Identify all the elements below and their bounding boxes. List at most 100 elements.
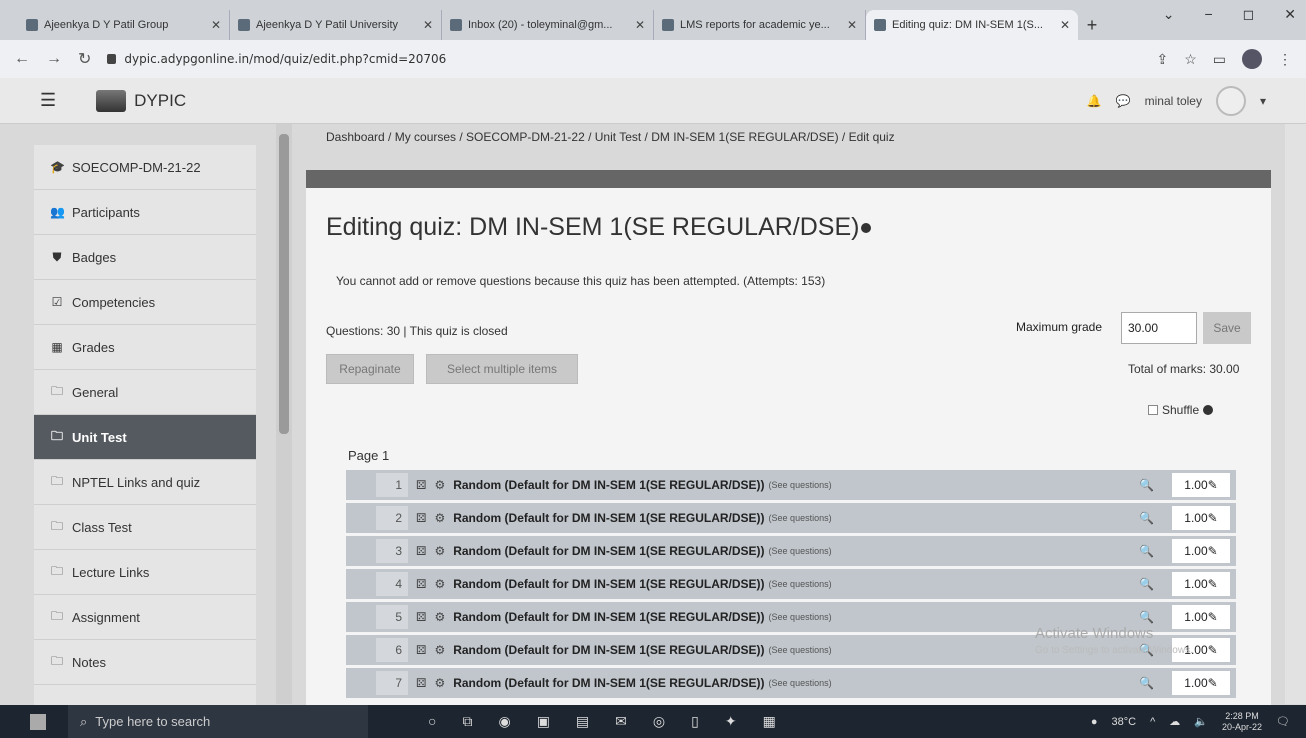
- tray-chevron-icon[interactable]: ^: [1150, 716, 1155, 728]
- question-name[interactable]: Random (Default for DM IN-SEM 1(SE REGUL…: [453, 610, 764, 624]
- reload-icon[interactable]: ↻: [78, 49, 91, 69]
- temperature[interactable]: 38°C: [1112, 716, 1137, 728]
- word-icon[interactable]: ▦: [763, 713, 776, 730]
- gear-icon[interactable]: ⚙: [434, 478, 445, 492]
- app-icon[interactable]: ▯: [691, 713, 699, 730]
- star-icon[interactable]: ☆: [1184, 51, 1197, 68]
- browser-tab[interactable]: Ajeenkya D Y Patil University ✕: [230, 10, 442, 40]
- gear-icon[interactable]: ⚙: [434, 610, 445, 624]
- close-icon[interactable]: ✕: [211, 18, 221, 32]
- pencil-icon[interactable]: ✎: [1208, 544, 1218, 558]
- windows-start-icon[interactable]: [30, 713, 46, 730]
- select-multiple-button[interactable]: Select multiple items: [426, 354, 578, 384]
- breadcrumb[interactable]: Dashboard / My courses / SOECOMP-DM-21-2…: [326, 130, 895, 144]
- see-questions-link[interactable]: (See questions): [769, 480, 832, 490]
- pencil-icon[interactable]: ✎: [1208, 676, 1218, 690]
- see-questions-link[interactable]: (See questions): [769, 645, 832, 655]
- share-icon[interactable]: ⇪: [1156, 51, 1168, 68]
- chevron-down-icon[interactable]: ⌄: [1163, 6, 1175, 23]
- sidebar-item[interactable]: 🗀 General: [34, 370, 256, 415]
- preview-icon[interactable]: 🔍: [1139, 511, 1154, 525]
- caret-down-icon[interactable]: ▾: [1260, 94, 1266, 108]
- question-name[interactable]: Random (Default for DM IN-SEM 1(SE REGUL…: [453, 544, 764, 558]
- mail-icon[interactable]: ✉: [615, 713, 627, 730]
- pencil-icon[interactable]: ✎: [1208, 610, 1218, 624]
- see-questions-link[interactable]: (See questions): [769, 513, 832, 523]
- question-name[interactable]: Random (Default for DM IN-SEM 1(SE REGUL…: [453, 577, 764, 591]
- pencil-icon[interactable]: ✎: [1208, 511, 1218, 525]
- teams-icon[interactable]: ✦: [725, 713, 737, 730]
- sidebar-scrollbar[interactable]: [276, 124, 292, 704]
- sidebar-item[interactable]: ☑ Competencies: [34, 280, 256, 325]
- edge-icon[interactable]: ◉: [498, 713, 510, 730]
- save-button[interactable]: Save: [1203, 312, 1251, 344]
- preview-icon[interactable]: 🔍: [1139, 478, 1154, 492]
- store-icon[interactable]: ▤: [576, 713, 589, 730]
- avatar[interactable]: [1215, 85, 1246, 116]
- max-grade-input[interactable]: 30.00: [1121, 312, 1197, 344]
- max-mark[interactable]: 1.00 ✎: [1172, 572, 1230, 596]
- preview-icon[interactable]: 🔍: [1139, 544, 1154, 558]
- speaker-icon[interactable]: 🔈: [1194, 715, 1208, 728]
- question-name[interactable]: Random (Default for DM IN-SEM 1(SE REGUL…: [453, 676, 764, 690]
- browser-tab[interactable]: Editing quiz: DM IN-SEM 1(S... ✕: [866, 10, 1078, 40]
- question-name[interactable]: Random (Default for DM IN-SEM 1(SE REGUL…: [453, 478, 764, 492]
- sidebar-item[interactable]: 🗀 Class Test: [34, 505, 256, 550]
- notification-icon[interactable]: 🗨: [1276, 715, 1290, 728]
- sidebar-item[interactable]: 👥 Participants: [34, 190, 256, 235]
- clock[interactable]: 2:28 PM 20-Apr-22: [1222, 711, 1262, 733]
- question-name[interactable]: Random (Default for DM IN-SEM 1(SE REGUL…: [453, 643, 764, 657]
- close-icon[interactable]: ✕: [635, 18, 645, 32]
- pencil-icon[interactable]: ✎: [1208, 643, 1218, 657]
- max-mark[interactable]: 1.00 ✎: [1172, 506, 1230, 530]
- sidebar-item[interactable]: 🗀 Notes: [34, 640, 256, 685]
- sidebar-item[interactable]: 🗀 Unit Test: [34, 415, 256, 460]
- close-icon[interactable]: ✕: [1284, 6, 1296, 23]
- site-brand[interactable]: DYPIC: [134, 91, 186, 111]
- gear-icon[interactable]: ⚙: [434, 511, 445, 525]
- cortana-icon[interactable]: ○: [428, 713, 436, 730]
- max-mark[interactable]: 1.00 ✎: [1172, 473, 1230, 497]
- site-logo[interactable]: [96, 89, 127, 112]
- hamburger-icon[interactable]: ☰: [40, 90, 56, 111]
- sidepanel-icon[interactable]: ▭: [1213, 51, 1226, 68]
- see-questions-link[interactable]: (See questions): [769, 612, 832, 622]
- close-icon[interactable]: ✕: [1060, 18, 1070, 32]
- forward-icon[interactable]: →: [46, 50, 62, 68]
- network-icon[interactable]: ☁: [1169, 715, 1180, 728]
- new-tab-button[interactable]: +: [1078, 10, 1106, 40]
- pencil-icon[interactable]: ✎: [1208, 478, 1218, 492]
- pencil-icon[interactable]: ✎: [1208, 577, 1218, 591]
- sidebar-item[interactable]: 🗀 NPTEL Links and quiz: [34, 460, 256, 505]
- url-field[interactable]: dypic.adypgonline.in/mod/quiz/edit.php?c…: [107, 46, 1140, 72]
- sidebar-item[interactable]: 🗀 Lecture Links: [34, 550, 256, 595]
- sidebar-item[interactable]: ▦ Grades: [34, 325, 256, 370]
- close-icon[interactable]: ✕: [423, 18, 433, 32]
- chat-icon[interactable]: 💬: [1116, 94, 1131, 108]
- page-scrollbar[interactable]: [1285, 124, 1306, 704]
- see-questions-link[interactable]: (See questions): [769, 546, 832, 556]
- repaginate-button[interactable]: Repaginate: [326, 354, 414, 384]
- gear-icon[interactable]: ⚙: [434, 676, 445, 690]
- back-icon[interactable]: ←: [14, 50, 30, 68]
- max-mark[interactable]: 1.00 ✎: [1172, 671, 1230, 695]
- gear-icon[interactable]: ⚙: [434, 577, 445, 591]
- help-icon[interactable]: [861, 223, 872, 234]
- weather-icon[interactable]: ●: [1091, 716, 1098, 728]
- menu-icon[interactable]: ⋮: [1278, 51, 1292, 68]
- sidebar-item[interactable]: 🗀 Assignment: [34, 595, 256, 640]
- see-questions-link[interactable]: (See questions): [769, 579, 832, 589]
- app-icon[interactable]: ▣: [537, 713, 550, 730]
- shuffle-checkbox[interactable]: [1148, 405, 1158, 415]
- user-name[interactable]: minal toley: [1145, 94, 1202, 108]
- chrome-icon[interactable]: ◎: [653, 713, 665, 730]
- preview-icon[interactable]: 🔍: [1139, 610, 1154, 624]
- max-mark[interactable]: 1.00 ✎: [1172, 539, 1230, 563]
- question-name[interactable]: Random (Default for DM IN-SEM 1(SE REGUL…: [453, 511, 764, 525]
- preview-icon[interactable]: 🔍: [1139, 577, 1154, 591]
- sidebar-item[interactable]: ⛊ Badges: [34, 235, 256, 280]
- sidebar-item[interactable]: 🎓 SOECOMP-DM-21-22: [34, 145, 256, 190]
- restore-icon[interactable]: ◻: [1243, 6, 1255, 23]
- gear-icon[interactable]: ⚙: [434, 544, 445, 558]
- profile-icon[interactable]: [1242, 49, 1262, 69]
